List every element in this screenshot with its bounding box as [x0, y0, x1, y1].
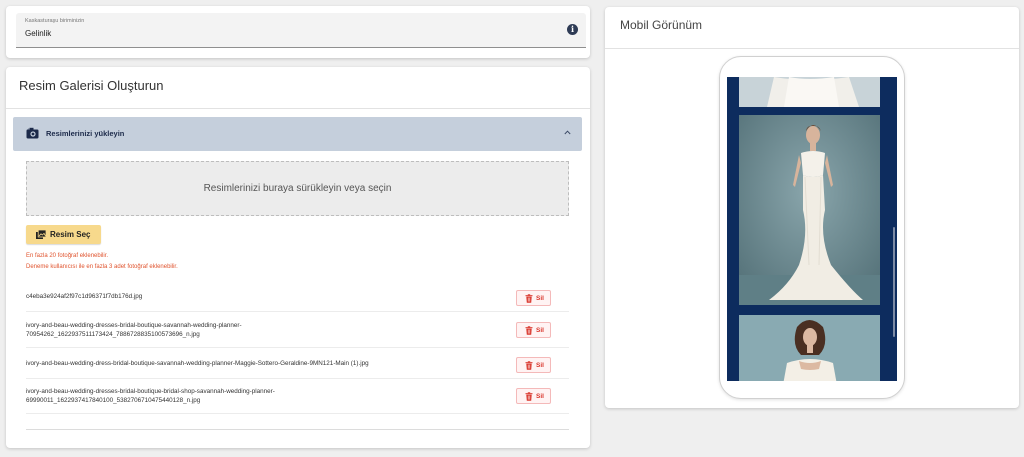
- divider: [605, 48, 1019, 49]
- delete-label: Sil: [536, 393, 544, 400]
- delete-label: Sil: [536, 295, 544, 302]
- gallery-title: Resim Galerisi Oluşturun: [19, 78, 164, 93]
- trash-icon: [525, 326, 533, 335]
- gallery-photo: [739, 315, 880, 381]
- category-label: Kaskasturaşu biriminizin: [25, 18, 85, 24]
- camera-icon: +: [26, 127, 39, 139]
- chevron-up-icon[interactable]: [564, 129, 571, 136]
- phone-frame: [719, 56, 905, 399]
- delete-button[interactable]: Sil: [516, 290, 551, 306]
- gallery-photo: [739, 115, 880, 305]
- file-name-line: ivory-and-beau-wedding-dresses-bridal-bo…: [26, 388, 275, 395]
- category-field[interactable]: Kaskasturaşu biriminizin Gelinlik i: [16, 13, 586, 48]
- select-image-label: Resim Seç: [50, 230, 91, 239]
- file-name-line: ivory-and-beau-wedding-dress-bridal-bout…: [26, 360, 369, 367]
- file-name-line: ivory-and-beau-wedding-dresses-bridal-bo…: [26, 322, 242, 329]
- trash-icon: [525, 361, 533, 370]
- file-row: ivory-and-beau-wedding-dresses-bridal-bo…: [26, 380, 569, 414]
- trash-icon: [525, 392, 533, 401]
- delete-label: Sil: [536, 362, 544, 369]
- file-name: ivory-and-beau-wedding-dresses-bridal-bo…: [26, 321, 242, 339]
- mobile-preview-title: Mobil Görünüm: [620, 18, 703, 32]
- file-name: ivory-and-beau-wedding-dresses-bridal-bo…: [26, 387, 275, 405]
- image-dropzone[interactable]: Resimlerinizi buraya sürükleyin veya seç…: [26, 161, 569, 216]
- gallery-card: Resim Galerisi Oluşturun + Resimlerinizi…: [6, 67, 590, 448]
- gallery-photo: [739, 77, 880, 107]
- select-image-button[interactable]: Resim Seç: [26, 225, 101, 244]
- file-name: ivory-and-beau-wedding-dress-bridal-bout…: [26, 359, 369, 368]
- info-icon[interactable]: i: [567, 24, 578, 35]
- file-name-line: c4eba3e924af2f97c1d96371f7db176d.jpg: [26, 293, 143, 300]
- phone-screen[interactable]: [727, 77, 897, 381]
- phone-scrollbar[interactable]: [893, 227, 895, 337]
- trash-icon: [525, 294, 533, 303]
- delete-button[interactable]: Sil: [516, 388, 551, 404]
- category-value[interactable]: Gelinlik: [25, 29, 51, 38]
- file-name: c4eba3e924af2f97c1d96371f7db176d.jpg: [26, 292, 142, 301]
- accordion-title: Resimlerinizi yükleyin: [46, 129, 125, 138]
- image-library-icon: [36, 230, 46, 239]
- divider: [26, 429, 569, 430]
- delete-button[interactable]: Sil: [516, 357, 551, 373]
- mobile-preview-card: Mobil Görünüm: [605, 7, 1019, 408]
- upload-accordion-header[interactable]: + Resimlerinizi yükleyin: [13, 117, 582, 151]
- file-name-line: 69990011_1622937417840100_53827067104754…: [26, 397, 201, 404]
- delete-label: Sil: [536, 327, 544, 334]
- delete-button[interactable]: Sil: [516, 322, 551, 338]
- divider: [6, 108, 590, 109]
- file-row: ivory-and-beau-wedding-dress-bridal-bout…: [26, 349, 569, 379]
- file-row: ivory-and-beau-wedding-dresses-bridal-bo…: [26, 313, 569, 348]
- file-row: c4eba3e924af2f97c1d96371f7db176d.jpg Sil: [26, 282, 569, 312]
- svg-text:+: +: [27, 127, 30, 132]
- file-name-line: 70954262_1622937511173424_78867288351005…: [26, 331, 200, 338]
- trial-limit-warning: Deneme kullanıcısı ile en fazla 3 adet f…: [26, 264, 178, 270]
- max-photos-warning: En fazla 20 fotoğraf eklenebilir.: [26, 253, 109, 259]
- dropzone-text: Resimlerinizi buraya sürükleyin veya seç…: [203, 183, 392, 194]
- category-card: Kaskasturaşu biriminizin Gelinlik i: [6, 6, 590, 58]
